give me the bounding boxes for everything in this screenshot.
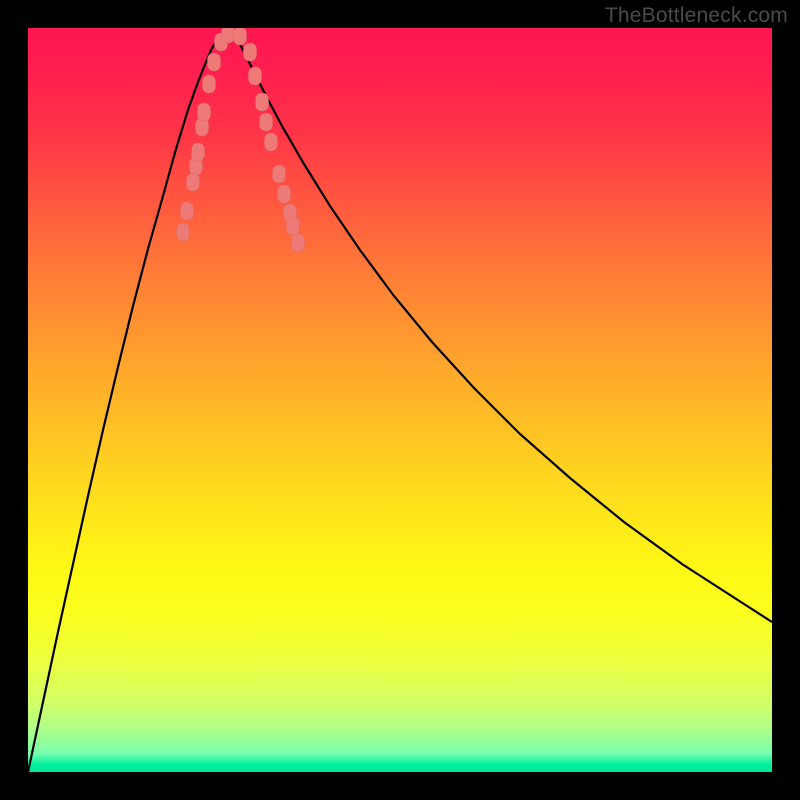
marker — [208, 53, 221, 71]
marker — [192, 143, 205, 161]
marker — [234, 28, 247, 45]
marker — [177, 223, 190, 241]
marker — [198, 103, 211, 121]
marker — [187, 173, 200, 191]
marker — [287, 217, 300, 235]
plot-area — [28, 28, 772, 772]
right-curve — [228, 28, 772, 622]
marker — [260, 113, 273, 131]
marker — [292, 234, 305, 252]
marker — [265, 133, 278, 151]
curve-markers — [177, 28, 305, 252]
marker — [181, 202, 194, 220]
marker — [249, 67, 262, 85]
marker — [256, 93, 269, 111]
marker — [203, 75, 216, 93]
chart-frame: TheBottleneck.com — [0, 0, 800, 800]
chart-svg — [28, 28, 772, 772]
marker — [222, 28, 235, 43]
left-curve — [28, 28, 228, 772]
marker — [273, 165, 286, 183]
marker — [244, 43, 257, 61]
watermark-text: TheBottleneck.com — [605, 4, 788, 28]
marker — [278, 185, 291, 203]
